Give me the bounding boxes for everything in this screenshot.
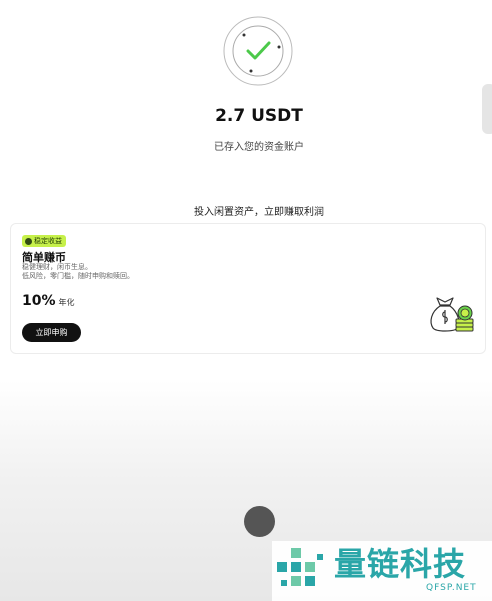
badge-dot-icon: [25, 237, 32, 245]
simple-earn-card[interactable]: 稳定收益 简单赚币 稳健理财，闲币生息。 低风险，零门槛，随时申购和赎回。 10…: [10, 223, 486, 354]
deposit-amount: 2.7 USDT: [215, 106, 303, 126]
money-bag-coin-icon: [429, 292, 475, 334]
watermark-text: 量链科技: [334, 545, 467, 583]
subscribe-now-button[interactable]: 立即申购: [22, 323, 81, 342]
annual-rate: 10% 年化: [22, 293, 75, 309]
floating-assistive-button[interactable]: [244, 506, 275, 537]
product-description-line-1: 稳健理财，闲币生息。: [22, 263, 92, 271]
stable-yield-badge: 稳定收益: [22, 235, 66, 247]
deposit-status-note: 已存入您的资金账户: [214, 142, 304, 153]
rate-unit: 年化: [58, 298, 75, 307]
watermark-logo-icon: [273, 544, 329, 596]
product-description-line-2: 低风险，零门槛，随时申购和赎回。: [22, 272, 134, 280]
success-check-icon: [221, 14, 295, 88]
promo-heading: 投入闲置资产，立即赚取利润: [194, 207, 324, 218]
badge-label: 稳定收益: [34, 237, 62, 245]
rate-value: 10%: [22, 293, 56, 309]
watermark: 量链科技 QFSP.NET: [272, 541, 492, 601]
watermark-url: QFSP.NET: [426, 583, 477, 593]
